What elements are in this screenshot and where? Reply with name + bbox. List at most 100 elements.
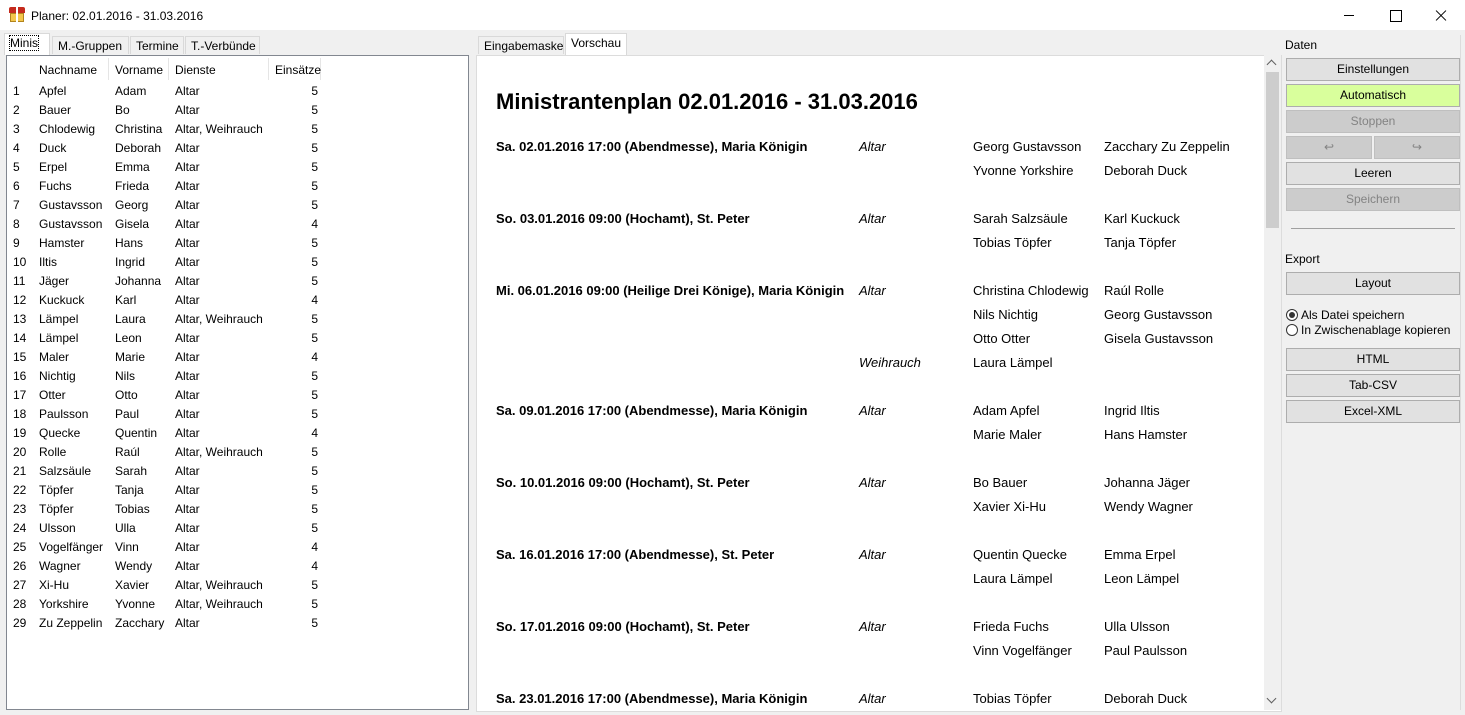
table-row[interactable]: 27 Xi-Hu Xavier Altar, Weihrauch 5: [7, 575, 337, 594]
tab-t-verbuende[interactable]: T.-Verbünde: [185, 36, 260, 54]
minis-table[interactable]: Nachname Vorname Dienste Einsätze 1 Apfel…: [6, 55, 469, 710]
cell-nachname: Kuckuck: [39, 293, 85, 307]
table-row[interactable]: 3 Chlodewig Christina Altar, Weihrauch 5: [7, 119, 337, 138]
table-row[interactable]: 14 Lämpel Leon Altar 5: [7, 328, 337, 347]
close-icon[interactable]: [1418, 0, 1464, 31]
cell-vorname: Bo: [115, 103, 130, 117]
column-header-vorname[interactable]: Vorname: [109, 58, 169, 80]
cell-vorname: Georg: [115, 198, 149, 212]
table-row[interactable]: 24 Ulsson Ulla Altar 5: [7, 518, 337, 537]
cell-dienste: Altar: [175, 84, 200, 98]
cell-dienste: Altar, Weihrauch: [175, 597, 263, 611]
layout-button[interactable]: Layout: [1286, 272, 1460, 295]
table-row[interactable]: 6 Fuchs Frieda Altar 5: [7, 176, 337, 195]
table-row[interactable]: 26 Wagner Wendy Altar 4: [7, 556, 337, 575]
server-name: Quentin Quecke: [973, 547, 1067, 562]
cell-vorname: Vinn: [115, 540, 139, 554]
table-row[interactable]: 15 Maler Marie Altar 4: [7, 347, 337, 366]
cell-vorname: Tanja: [115, 483, 144, 497]
table-row[interactable]: 18 Paulsson Paul Altar 5: [7, 404, 337, 423]
row-number: 22: [13, 483, 27, 497]
cell-einsaetze: 5: [311, 521, 318, 535]
scroll-down-icon[interactable]: [1264, 693, 1281, 710]
table-row[interactable]: 9 Hamster Hans Altar 5: [7, 233, 337, 252]
table-row[interactable]: 25 Vogelfänger Vinn Altar 4: [7, 537, 337, 556]
table-row[interactable]: 28 Yorkshire Yvonne Altar, Weihrauch 5: [7, 594, 337, 613]
table-row[interactable]: 7 Gustavsson Georg Altar 5: [7, 195, 337, 214]
cell-einsaetze: 5: [311, 616, 318, 630]
cell-dienste: Altar: [175, 521, 200, 535]
tab-termine[interactable]: Termine: [130, 36, 184, 54]
tab-eingabemaske[interactable]: Eingabemaske: [478, 36, 564, 54]
radio-checked-icon[interactable]: [1286, 309, 1298, 321]
tab-minis[interactable]: Minis: [4, 33, 50, 55]
cell-dienste: Altar: [175, 559, 200, 573]
row-number: 16: [13, 369, 27, 383]
cell-nachname: Duck: [39, 141, 67, 155]
event-heading: So. 17.01.2016 09:00 (Hochamt), St. Pete…: [496, 619, 750, 634]
row-number: 15: [13, 350, 27, 364]
tab-m-gruppen[interactable]: M.-Gruppen: [52, 36, 129, 54]
einstellungen-button[interactable]: Einstellungen: [1286, 58, 1460, 81]
event-role: Weihrauch: [859, 355, 921, 370]
table-row[interactable]: 4 Duck Deborah Altar 5: [7, 138, 337, 157]
table-row[interactable]: 5 Erpel Emma Altar 5: [7, 157, 337, 176]
cell-vorname: Hans: [115, 236, 144, 250]
cell-dienste: Altar: [175, 331, 200, 345]
cell-dienste: Altar: [175, 103, 200, 117]
tab-vorschau[interactable]: Vorschau: [565, 33, 627, 55]
column-header-nachname[interactable]: Nachname: [33, 58, 109, 80]
redo-button[interactable]: ↪: [1374, 136, 1460, 159]
row-number: 26: [13, 559, 27, 573]
cell-dienste: Altar: [175, 464, 200, 478]
server-name: Marie Maler: [973, 427, 1042, 442]
cell-nachname: Gustavsson: [39, 198, 103, 212]
undo-button[interactable]: ↩: [1286, 136, 1372, 159]
table-row[interactable]: 16 Nichtig Nils Altar 5: [7, 366, 337, 385]
cell-einsaetze: 4: [311, 426, 318, 440]
table-row[interactable]: 21 Salzsäule Sarah Altar 5: [7, 461, 337, 480]
table-row[interactable]: 20 Rolle Raúl Altar, Weihrauch 5: [7, 442, 337, 461]
cell-vorname: Ulla: [115, 521, 136, 535]
row-number: 6: [13, 179, 20, 193]
cell-einsaetze: 4: [311, 217, 318, 231]
automatisch-button[interactable]: Automatisch: [1286, 84, 1460, 107]
radio-unchecked-icon[interactable]: [1286, 324, 1298, 336]
table-row[interactable]: 10 Iltis Ingrid Altar 5: [7, 252, 337, 271]
server-name: Otto Otter: [973, 331, 1031, 346]
table-row[interactable]: 2 Bauer Bo Altar 5: [7, 100, 337, 119]
cell-nachname: Xi-Hu: [39, 578, 70, 592]
table-row[interactable]: 29 Zu Zeppelin Zacchary Altar 5: [7, 613, 337, 632]
column-header-einsaetze[interactable]: Einsätze: [269, 58, 321, 80]
cell-vorname: Sarah: [115, 464, 148, 478]
maximize-icon[interactable]: [1372, 0, 1418, 31]
table-row[interactable]: 19 Quecke Quentin Altar 4: [7, 423, 337, 442]
cell-nachname: Rolle: [39, 445, 67, 459]
stoppen-button[interactable]: Stoppen: [1286, 110, 1460, 133]
cell-dienste: Altar: [175, 483, 200, 497]
cell-vorname: Tobias: [115, 502, 150, 516]
table-row[interactable]: 13 Lämpel Laura Altar, Weihrauch 5: [7, 309, 337, 328]
scroll-up-icon[interactable]: [1264, 55, 1281, 72]
row-number: 5: [13, 160, 20, 174]
table-row[interactable]: 1 Apfel Adam Altar 5: [7, 81, 337, 100]
table-row[interactable]: 17 Otter Otto Altar 5: [7, 385, 337, 404]
cell-dienste: Altar: [175, 369, 200, 383]
column-header-dienste[interactable]: Dienste: [169, 58, 269, 80]
tab-csv-export-button[interactable]: Tab-CSV: [1286, 374, 1460, 397]
html-export-button[interactable]: HTML: [1286, 348, 1460, 371]
leeren-button[interactable]: Leeren: [1286, 162, 1460, 185]
cell-vorname: Adam: [115, 84, 147, 98]
speichern-button[interactable]: Speichern: [1286, 188, 1460, 211]
server-name: Laura Lämpel: [973, 571, 1053, 586]
table-row[interactable]: 23 Töpfer Tobias Altar 5: [7, 499, 337, 518]
excel-xml-export-button[interactable]: Excel-XML: [1286, 400, 1460, 423]
scroll-thumb[interactable]: [1266, 72, 1279, 228]
table-row[interactable]: 12 Kuckuck Karl Altar 4: [7, 290, 337, 309]
preview-scrollbar[interactable]: [1264, 55, 1281, 710]
table-row[interactable]: 11 Jäger Johanna Altar 5: [7, 271, 337, 290]
table-row[interactable]: 8 Gustavsson Gisela Altar 4: [7, 214, 337, 233]
server-name: Laura Lämpel: [973, 355, 1053, 370]
minimize-icon[interactable]: [1326, 0, 1372, 31]
table-row[interactable]: 22 Töpfer Tanja Altar 5: [7, 480, 337, 499]
